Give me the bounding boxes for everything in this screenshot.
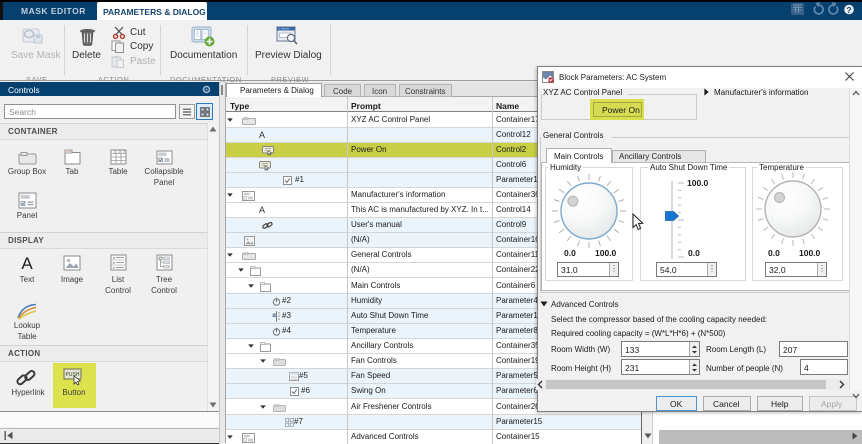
svg-text:PUSH: PUSH bbox=[66, 372, 80, 378]
svg-text:3: 3 bbox=[123, 150, 125, 154]
svg-text:?: ? bbox=[846, 5, 851, 15]
svg-text:n: n bbox=[113, 265, 115, 270]
svg-text:2: 2 bbox=[118, 150, 120, 154]
svg-text:1: 1 bbox=[113, 150, 115, 154]
